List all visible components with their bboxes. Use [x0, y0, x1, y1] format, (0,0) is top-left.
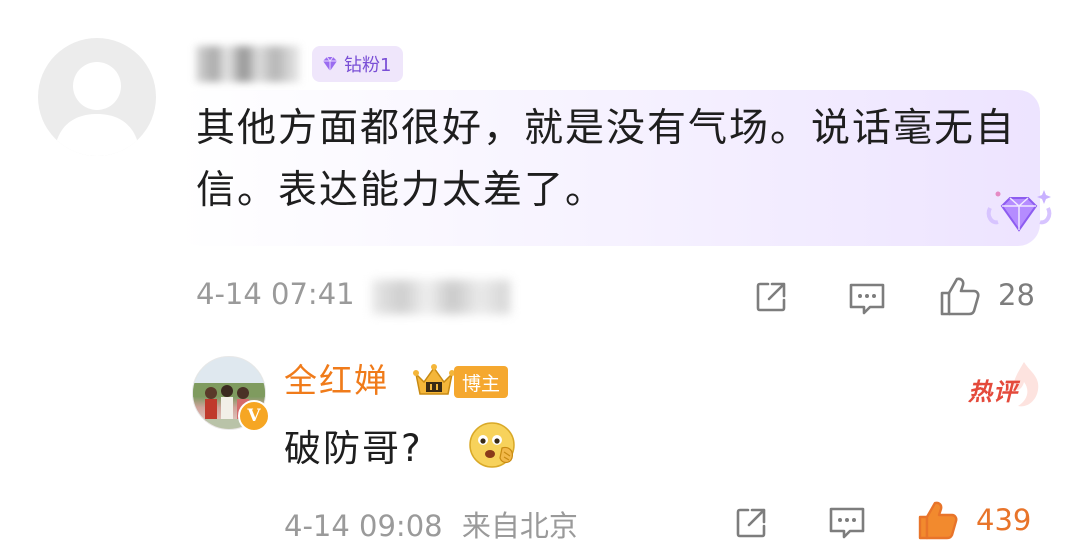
comment-text: 其他方面都很好，就是没有气场。说话毫无自信。表达能力太差了。 [196, 106, 1017, 213]
like-count: 28 [998, 278, 1035, 312]
verified-badge: V [238, 400, 270, 432]
fan-badge-label: 钻粉1 [344, 55, 392, 76]
fan-level-badge[interactable]: 钻粉1 [312, 46, 404, 82]
hot-comment-label: 热评 [968, 378, 1018, 406]
reply-location: 来自北京 [461, 509, 578, 543]
thumbs-up-icon[interactable] [938, 274, 982, 318]
default-user-icon [54, 62, 140, 156]
comment-icon[interactable] [846, 280, 888, 318]
comment-icon[interactable] [826, 504, 868, 542]
reply-timestamp: 4-14 09:08 [284, 509, 443, 543]
blogger-badge: 博主 [454, 366, 509, 398]
share-icon[interactable] [752, 278, 790, 316]
like-count: 439 [976, 503, 1032, 537]
commenter-avatar[interactable] [38, 38, 156, 156]
crown-icon [413, 364, 455, 395]
thumbs-up-icon-liked[interactable] [916, 498, 960, 542]
blogger-name[interactable]: 全红婵 [284, 354, 389, 402]
commenter-name-blurred[interactable] [196, 46, 300, 82]
diamond-icon [323, 56, 337, 71]
crying-emoji-icon [469, 422, 515, 468]
reply-meta: 4-14 09:08 来自北京 [284, 503, 578, 545]
diamond-fan-bubble-icon [986, 190, 1052, 232]
share-icon[interactable] [732, 504, 770, 542]
comment-location-blurred [372, 280, 510, 314]
reply-text: 破防哥? [284, 427, 423, 470]
comment-timestamp: 4-14 07:41 [196, 277, 355, 311]
